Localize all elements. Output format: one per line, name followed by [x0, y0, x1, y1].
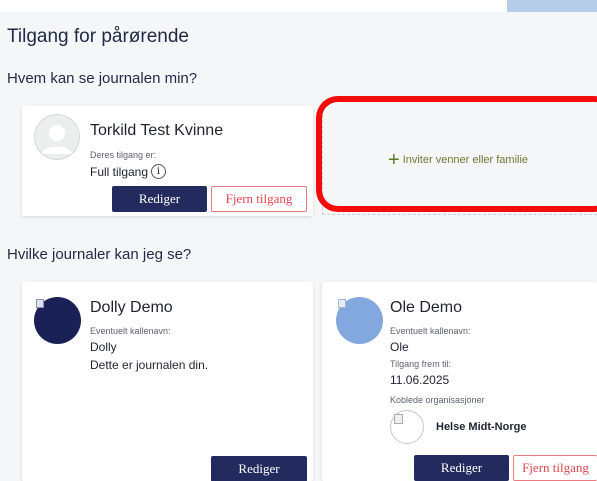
- nickname-label: Eventuelt kallenavn:: [90, 326, 171, 336]
- person-name: Torkild Test Kvinne: [90, 122, 224, 139]
- org-logo: [390, 410, 424, 444]
- remove-access-button[interactable]: Fjern tilgang: [211, 186, 307, 212]
- invite-label: Inviter venner eller familie: [402, 154, 529, 166]
- access-card: Torkild Test Kvinne Deres tilgang er: Fu…: [22, 106, 313, 216]
- top-bar-accent: [507, 0, 597, 12]
- plus-icon: +: [388, 149, 400, 171]
- nickname-label: Eventuelt kallenavn:: [390, 326, 471, 336]
- orgs-label: Koblede organisasjoner: [390, 395, 485, 405]
- journal-card-ole: Ole Demo Eventuelt kallenavn: Ole Tilgan…: [322, 282, 597, 481]
- edit-journal-button[interactable]: Rediger: [211, 456, 307, 481]
- access-until-label: Tilgang frem til:: [390, 359, 452, 369]
- nickname-value: Ole: [390, 340, 409, 354]
- avatar: [336, 297, 383, 344]
- avatar: [34, 297, 81, 344]
- which-can-i-see-heading: Hvilke journaler kan jeg se?: [7, 246, 192, 263]
- edit-access-button[interactable]: Rediger: [112, 186, 207, 212]
- edit-journal-button[interactable]: Rediger: [414, 455, 509, 481]
- org-name: Helse Midt-Norge: [436, 421, 527, 433]
- access-until-value: 11.06.2025: [390, 373, 450, 387]
- page-title: Tilgang for pårørende: [7, 26, 190, 47]
- journal-owner-name: Ole Demo: [390, 299, 463, 316]
- remove-access-button[interactable]: Fjern tilgang: [513, 455, 597, 481]
- access-value: Full tilgang: [90, 164, 149, 179]
- access-value-row: Full tilgang i: [90, 164, 167, 179]
- nickname-value: Dolly: [90, 340, 117, 354]
- access-label: Deres tilgang er:: [90, 150, 157, 160]
- journal-card-dolly: Dolly Demo Eventuelt kallenavn: Dolly De…: [22, 282, 313, 481]
- info-icon[interactable]: i: [151, 164, 167, 179]
- who-can-see-heading: Hvem kan se journalen min?: [7, 70, 198, 87]
- journal-owner-name: Dolly Demo: [90, 299, 173, 316]
- journal-note: Dette er journalen din.: [90, 358, 209, 372]
- avatar: [34, 114, 80, 160]
- invite-link[interactable]: + Inviter venner eller familie: [388, 150, 528, 170]
